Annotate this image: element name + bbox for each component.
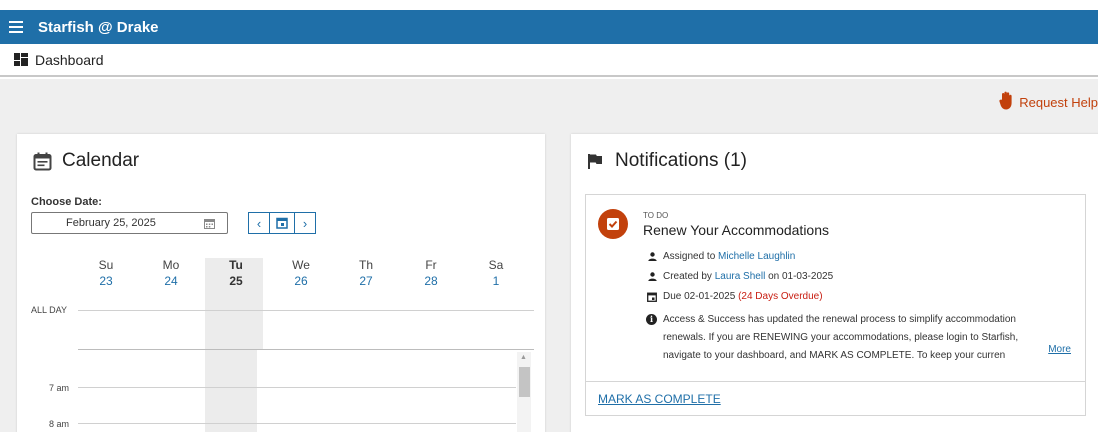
notifications-title: Notifications (1) (615, 150, 747, 171)
menu-icon[interactable] (9, 18, 23, 36)
day-column-header[interactable]: Fr 28 (406, 258, 456, 288)
person-icon (646, 252, 658, 261)
day-number: 27 (359, 274, 373, 288)
due-row: Due 02-01-2025 (24 Days Overdue) (646, 291, 823, 302)
app-title[interactable]: Starfish @ Drake (38, 19, 159, 36)
calendar-small-icon[interactable] (204, 218, 215, 229)
day-number: 24 (164, 274, 178, 288)
calendar-card: Calendar Choose Date: February 25, 2025 … (17, 134, 545, 432)
calendar-title: Calendar (62, 150, 140, 171)
body-line: navigate to your dashboard, and MARK AS … (663, 350, 1006, 361)
notification-title: Renew Your Accommodations (643, 222, 829, 238)
body-line: renewals. If you are RENEWING your accom… (663, 332, 1019, 343)
day-name: Mo (162, 258, 180, 272)
all-day-line (78, 310, 534, 311)
day-name: Th (358, 258, 373, 272)
grid-divider (78, 349, 534, 350)
mark-as-complete-button[interactable]: MARK AS COMPLETE (598, 392, 721, 406)
created-prefix: Created by (663, 271, 712, 282)
time-label: 8 am (49, 419, 70, 429)
app-header: Starfish @ Drake (0, 10, 1098, 44)
today-highlight-body (205, 350, 257, 432)
hour-line (78, 387, 516, 388)
hour-line (78, 423, 516, 424)
chevron-right-icon: › (302, 215, 308, 231)
page-title: Dashboard (35, 51, 104, 68)
day-name: We (292, 258, 310, 272)
divider (586, 381, 1085, 382)
date-picker-input[interactable]: February 25, 2025 (31, 212, 228, 234)
next-week-button[interactable]: › (294, 212, 316, 234)
day-column-header[interactable]: Sa 1 (471, 258, 521, 288)
day-name: Su (98, 258, 114, 272)
more-link[interactable]: More (1038, 344, 1071, 355)
all-day-label: ALL DAY (31, 305, 68, 315)
assigned-row: Assigned to Michelle Laughlin (646, 251, 795, 262)
notification-item: TO DO Renew Your Accommodations Assigned… (585, 194, 1086, 416)
day-name: Fr (425, 258, 437, 272)
choose-date-label: Choose Date: (31, 196, 102, 208)
day-column-header[interactable]: Mo 24 (146, 258, 196, 288)
created-by-link[interactable]: Laura Shell (715, 271, 766, 282)
request-help-link[interactable]: Request Help (999, 91, 1098, 110)
page-header: Dashboard (0, 44, 1098, 77)
day-name: Sa (488, 258, 504, 272)
today-button[interactable] (270, 212, 294, 234)
day-number: 1 (492, 274, 500, 288)
calendar-header: Calendar (33, 150, 139, 172)
notification-body: i Access & Success has updated the renew… (646, 311, 1070, 365)
calendar-due-icon (646, 292, 658, 302)
person-icon (646, 272, 658, 281)
day-name: Tu (229, 258, 243, 272)
assigned-prefix: Assigned to (663, 251, 716, 262)
flag-icon (588, 154, 602, 169)
overdue-status: (24 Days Overdue) (738, 291, 823, 302)
date-value: February 25, 2025 (66, 217, 156, 229)
notifications-header: Notifications (1) (587, 150, 747, 172)
dashboard-content: Request Help Calendar Choose Date: Febru… (0, 79, 1098, 432)
day-column-header[interactable]: We 26 (276, 258, 326, 288)
day-number: 26 (294, 274, 308, 288)
created-row: Created by Laura Shell on 01-03-2025 (646, 271, 833, 282)
time-label: 7 am (49, 383, 70, 393)
todo-kicker: TO DO (643, 211, 669, 220)
due-date: Due 02-01-2025 (663, 291, 736, 302)
notifications-card: Notifications (1) TO DO Renew Your Accom… (571, 134, 1098, 432)
day-column-header[interactable]: Su 23 (81, 258, 131, 288)
day-number: 25 (229, 274, 243, 288)
prev-week-button[interactable]: ‹ (248, 212, 270, 234)
assigned-to-link[interactable]: Michelle Laughlin (718, 251, 795, 262)
calendar-icon (33, 152, 52, 170)
checkbox-icon (607, 218, 619, 230)
chevron-left-icon: ‹ (256, 215, 262, 231)
todo-badge (598, 209, 628, 239)
info-icon: i (646, 314, 657, 325)
created-date: on 01-03-2025 (768, 271, 834, 282)
body-line: Access & Success has updated the renewal… (663, 314, 1016, 325)
day-number: 23 (99, 274, 113, 288)
dashboard-icon (14, 53, 28, 66)
day-column-header-today[interactable]: Tu 25 (211, 258, 261, 288)
request-help-label: Request Help (1019, 95, 1098, 110)
calendar-today-icon (276, 217, 288, 229)
scrollbar-thumb[interactable] (519, 367, 530, 397)
day-number: 28 (424, 274, 438, 288)
day-column-header[interactable]: Th 27 (341, 258, 391, 288)
hand-icon (999, 91, 1012, 110)
scroll-up-arrow-icon[interactable]: ▲ (520, 354, 527, 361)
